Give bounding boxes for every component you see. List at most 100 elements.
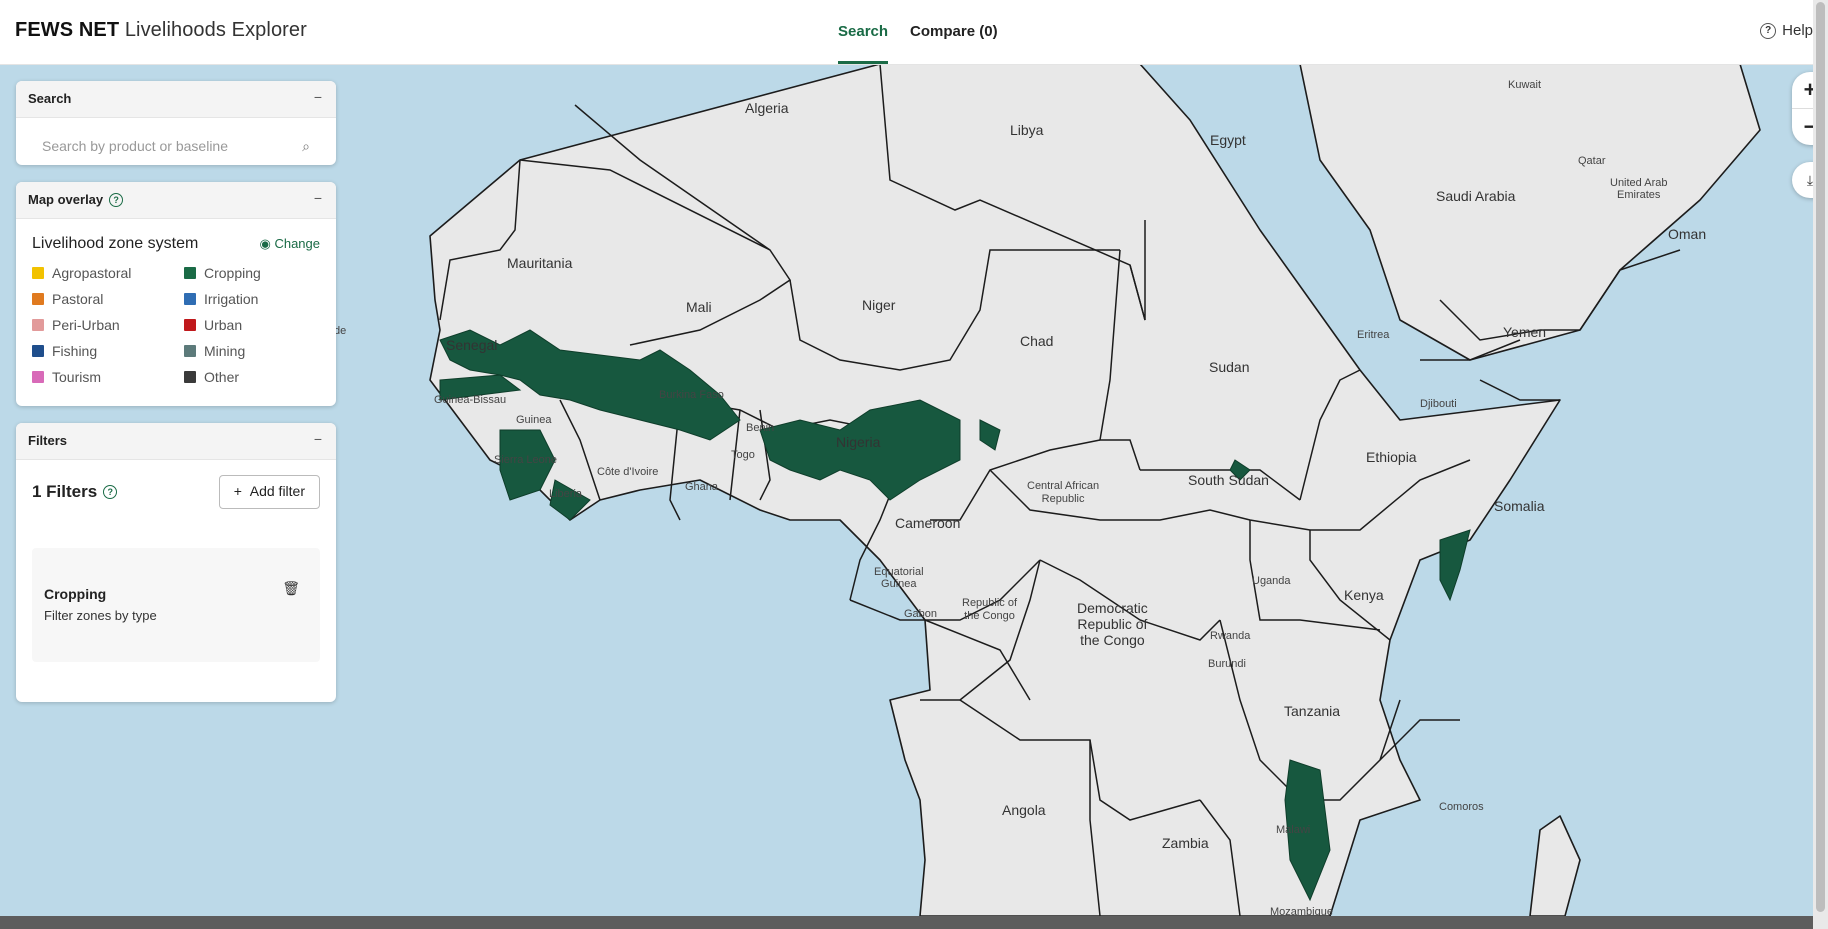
legend-swatch — [184, 371, 196, 383]
legend-swatch — [184, 319, 196, 331]
landmass-madagascar — [1529, 815, 1581, 916]
search-panel-title: Search — [28, 91, 72, 106]
map-label-guinea: Guinea — [516, 414, 552, 426]
filter-count-text: 1 Filters — [32, 482, 98, 501]
minimize-filters-icon[interactable]: − — [314, 431, 322, 447]
search-icon[interactable]: ⌕ — [302, 138, 310, 155]
map-label-zambia: Zambia — [1162, 835, 1209, 851]
map-label-sierra-leone: Sierra Leone — [494, 454, 557, 466]
overlay-panel-header: Map overlay? − — [16, 182, 336, 219]
map-label-chad: Chad — [1020, 333, 1054, 349]
map-label-uganda: Uganda — [1252, 575, 1291, 587]
legend-label: Fishing — [52, 343, 98, 359]
map-overlay-panel: Map overlay? − Livelihood zone system ◉ … — [16, 182, 336, 406]
filter-card: Cropping Filter zones by type 🗑 — [32, 548, 320, 662]
map-label-qatar: Qatar — [1578, 155, 1606, 167]
map-label-ghana: Ghana — [685, 481, 719, 493]
legend-item-fishing: Fishing — [32, 343, 184, 359]
legend-label: Peri-Urban — [52, 317, 120, 333]
map-label-burkina-faso: Burkina Faso — [659, 389, 724, 401]
tab-compare[interactable]: Compare (0) — [910, 0, 998, 64]
map-label-saudi-arabia: Saudi Arabia — [1436, 188, 1516, 204]
scrollbar-thumb[interactable] — [1816, 2, 1825, 912]
map-label-kuwait: Kuwait — [1508, 79, 1542, 91]
filter-count: 1 Filters? — [32, 482, 118, 502]
map-label-senegal: Senegal — [446, 337, 498, 353]
overlay-body: Livelihood zone system ◉ Change Agropast… — [16, 219, 336, 397]
help-icon: ? — [1760, 22, 1777, 39]
map-label-benin: Benin — [746, 422, 775, 434]
search-panel-header: Search − — [16, 81, 336, 118]
map-label-oman: Oman — [1668, 226, 1707, 242]
map-label-malawi: Malawi — [1276, 824, 1311, 836]
legend-swatch — [184, 267, 196, 279]
map-label-ethiopia: Ethiopia — [1366, 449, 1417, 465]
legend-item-agropastoral: Agropastoral — [32, 265, 184, 281]
map-label-yemen: Yemen — [1503, 324, 1547, 340]
filter-name: Cropping — [44, 586, 107, 602]
map-label-somalia: Somalia — [1494, 498, 1545, 514]
help-link[interactable]: ? Help — [1760, 22, 1813, 39]
search-box: ⌕ — [28, 128, 324, 164]
map-label-niger: Niger — [862, 297, 896, 313]
map-label-kenya: Kenya — [1344, 587, 1384, 603]
search-input[interactable] — [28, 128, 324, 164]
map-label-guinea-bissau: Guinea-Bissau — [434, 394, 507, 406]
legend-label: Other — [204, 369, 240, 385]
filters-body: 1 Filters? + Add filter Cropping Filter … — [16, 460, 336, 680]
map-label-gabon: Gabon — [904, 608, 938, 620]
filters-help-icon[interactable]: ? — [103, 485, 118, 499]
minimize-search-icon[interactable]: − — [314, 89, 322, 105]
tab-search[interactable]: Search — [838, 0, 889, 64]
legend-item-other: Other — [184, 369, 324, 385]
overlay-panel-title: Map overlay? — [28, 192, 124, 207]
map-label-comoros: Comoros — [1439, 801, 1484, 813]
filters-panel: Filters − 1 Filters? + Add filter Croppi… — [16, 423, 336, 702]
overlay-help-icon[interactable]: ? — [109, 193, 124, 207]
legend-swatch — [184, 345, 196, 357]
minimize-overlay-icon[interactable]: − — [314, 190, 322, 206]
map-label-south-sudan: South Sudan — [1188, 472, 1269, 488]
map-label-equatorial-guinea: Equatorial Guinea — [874, 566, 924, 590]
filters-panel-header: Filters − — [16, 423, 336, 460]
change-label: Change — [274, 236, 320, 251]
app-header: FEWS NET Livelihoods Explorer Search Com… — [0, 0, 1813, 65]
map-label-libya: Libya — [1010, 122, 1044, 138]
legend-label: Pastoral — [52, 291, 104, 307]
brand-bold: FEWS NET — [15, 19, 120, 41]
help-label: Help — [1782, 22, 1813, 39]
map-label-sudan: Sudan — [1209, 359, 1250, 375]
change-overlay-button[interactable]: ◉ Change — [259, 236, 320, 252]
legend-label: Urban — [204, 317, 243, 333]
map-label-eritrea: Eritrea — [1357, 329, 1390, 341]
app-title[interactable]: FEWS NET Livelihoods Explorer — [15, 19, 307, 42]
map-label-mozambique: Mozambique — [1270, 906, 1333, 916]
map-label-angola: Angola — [1002, 802, 1046, 818]
search-panel: Search − ⌕ — [16, 81, 336, 165]
landmass-arabia — [1299, 64, 1761, 361]
legend-swatch — [32, 345, 44, 357]
legend-item-tourism: Tourism — [32, 369, 184, 385]
add-filter-button[interactable]: + Add filter — [218, 475, 320, 509]
legend-label: Irrigation — [204, 291, 259, 307]
overlay-heading: Livelihood zone system ◉ Change — [32, 235, 320, 253]
vertical-scrollbar[interactable] — [1813, 0, 1828, 929]
delete-filter-icon[interactable]: 🗑 — [282, 580, 300, 597]
map-label-car: Central African Republic — [1027, 480, 1100, 505]
brand-subtitle: Livelihoods Explorer — [124, 19, 307, 41]
map-label-djibouti: Djibouti — [1420, 398, 1457, 410]
overlay-title-text: Map overlay — [28, 192, 104, 207]
legend-swatch — [32, 293, 44, 305]
map-label-nigeria: Nigeria — [836, 434, 881, 450]
map-label-togo: Togo — [731, 449, 755, 461]
legend: Agropastoral Cropping Pastoral Irrigatio… — [32, 265, 320, 385]
map-label-uae: United Arab Emirates — [1610, 177, 1668, 201]
legend-swatch — [32, 371, 44, 383]
legend-swatch — [32, 319, 44, 331]
overlay-heading-text: Livelihood zone system — [32, 235, 199, 252]
legend-swatch — [184, 293, 196, 305]
map-label-egypt: Egypt — [1210, 132, 1246, 148]
window-bottom-bar — [0, 916, 1813, 929]
legend-label: Agropastoral — [52, 265, 132, 281]
legend-label: Cropping — [204, 265, 261, 281]
